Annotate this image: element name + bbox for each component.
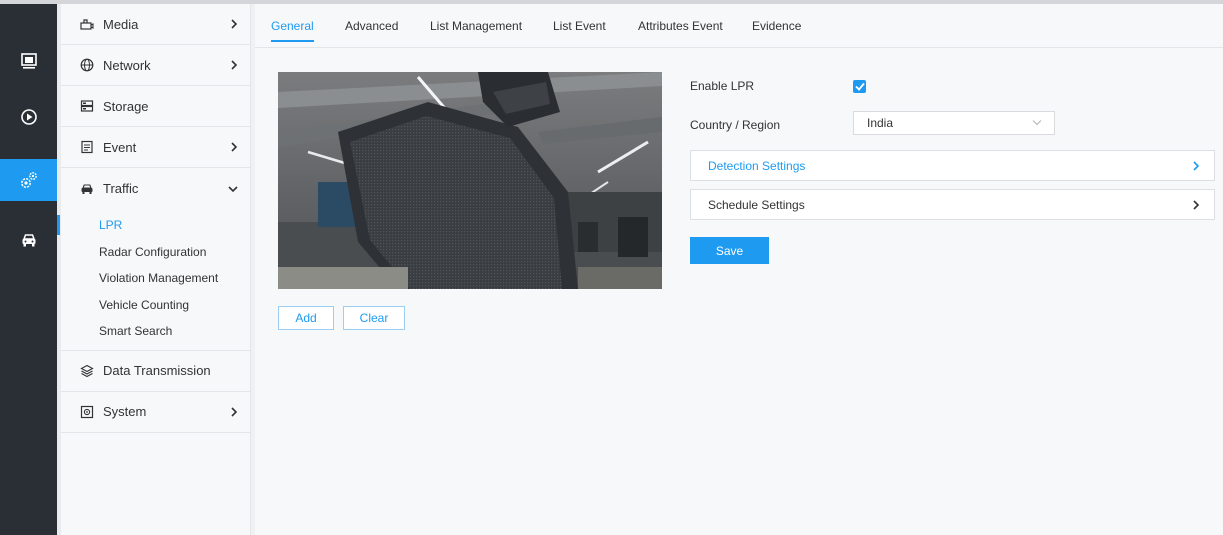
chevron-right-icon xyxy=(231,60,238,70)
menu-item-label: Event xyxy=(103,139,137,155)
submenu-item-violation-management[interactable]: Violation Management xyxy=(61,265,250,292)
tab-attributes-event[interactable]: Attributes Event xyxy=(638,19,723,33)
storage-icon xyxy=(79,98,95,114)
schedule-settings-label: Schedule Settings xyxy=(708,197,805,212)
globe-icon xyxy=(79,57,95,73)
submenu-item-lpr[interactable]: LPR xyxy=(57,212,250,239)
country-region-value: India xyxy=(867,116,894,130)
car-icon xyxy=(79,181,95,197)
tab-general[interactable]: General xyxy=(271,19,314,42)
menu-item-data-transmission[interactable]: Data Transmission xyxy=(61,351,250,392)
add-button[interactable]: Add xyxy=(278,306,334,330)
menu-item-label: Storage xyxy=(103,98,149,114)
tab-list-management[interactable]: List Management xyxy=(430,19,522,33)
nav-rail xyxy=(0,4,57,535)
menu-item-label: Media xyxy=(103,16,139,32)
clear-button[interactable]: Clear xyxy=(343,306,405,330)
menu-item-system[interactable]: System xyxy=(61,392,250,433)
chevron-right-icon xyxy=(1193,199,1200,210)
menu-item-label: Network xyxy=(103,57,151,73)
menu-item-label: System xyxy=(103,404,147,419)
chevron-right-icon xyxy=(1193,160,1200,171)
traffic-submenu: LPR Radar Configuration Violation Manage… xyxy=(57,209,250,351)
chevron-down-icon xyxy=(228,185,238,192)
chevron-down-icon xyxy=(1032,120,1042,126)
rail-item-live-view[interactable] xyxy=(0,40,57,82)
tab-advanced[interactable]: Advanced xyxy=(345,19,398,33)
submenu-item-vehicle-counting[interactable]: Vehicle Counting xyxy=(61,292,250,319)
settings-menu: Media Network Storage Event Traffic LPR … xyxy=(57,4,251,535)
menu-item-event[interactable]: Event xyxy=(61,127,250,168)
menu-item-network[interactable]: Network xyxy=(61,45,250,86)
tab-evidence[interactable]: Evidence xyxy=(752,19,801,33)
detection-settings-panel[interactable]: Detection Settings xyxy=(690,150,1215,181)
detection-settings-label: Detection Settings xyxy=(708,158,806,173)
rail-item-traffic[interactable] xyxy=(0,219,57,261)
vehicle-icon xyxy=(22,234,35,247)
main-content: General Advanced List Management List Ev… xyxy=(255,4,1223,535)
tab-list-event[interactable]: List Event xyxy=(553,19,606,33)
menu-item-storage[interactable]: Storage xyxy=(61,86,250,127)
enable-lpr-label: Enable LPR xyxy=(690,79,755,93)
event-icon xyxy=(79,139,95,155)
settings-gears-icon xyxy=(20,172,37,188)
live-preview[interactable] xyxy=(278,72,662,289)
chevron-right-icon xyxy=(231,406,238,417)
rail-item-playback[interactable] xyxy=(0,96,57,138)
enable-lpr-checkbox[interactable] xyxy=(853,80,866,93)
monitor-icon xyxy=(20,53,37,69)
country-region-select[interactable]: India xyxy=(853,111,1055,135)
checkmark-icon xyxy=(854,82,865,91)
submenu-item-smart-search[interactable]: Smart Search xyxy=(61,318,250,345)
menu-item-traffic[interactable]: Traffic xyxy=(61,168,250,209)
menu-item-label: Traffic xyxy=(103,181,139,196)
menu-item-media[interactable]: Media xyxy=(61,4,250,45)
save-button[interactable]: Save xyxy=(690,237,769,264)
rail-item-settings[interactable] xyxy=(0,159,57,201)
playback-icon xyxy=(20,109,37,125)
chevron-right-icon xyxy=(231,142,238,152)
schedule-settings-panel[interactable]: Schedule Settings xyxy=(690,189,1215,220)
country-region-label: Country / Region xyxy=(690,118,781,132)
preview-image xyxy=(278,72,662,289)
chevron-right-icon xyxy=(231,19,238,29)
tab-bar: General Advanced List Management List Ev… xyxy=(255,4,1223,48)
menu-item-label: Data Transmission xyxy=(103,363,211,378)
media-icon xyxy=(79,16,95,32)
submenu-item-radar-configuration[interactable]: Radar Configuration xyxy=(61,239,250,266)
layers-icon xyxy=(79,363,95,379)
system-icon xyxy=(79,404,95,420)
